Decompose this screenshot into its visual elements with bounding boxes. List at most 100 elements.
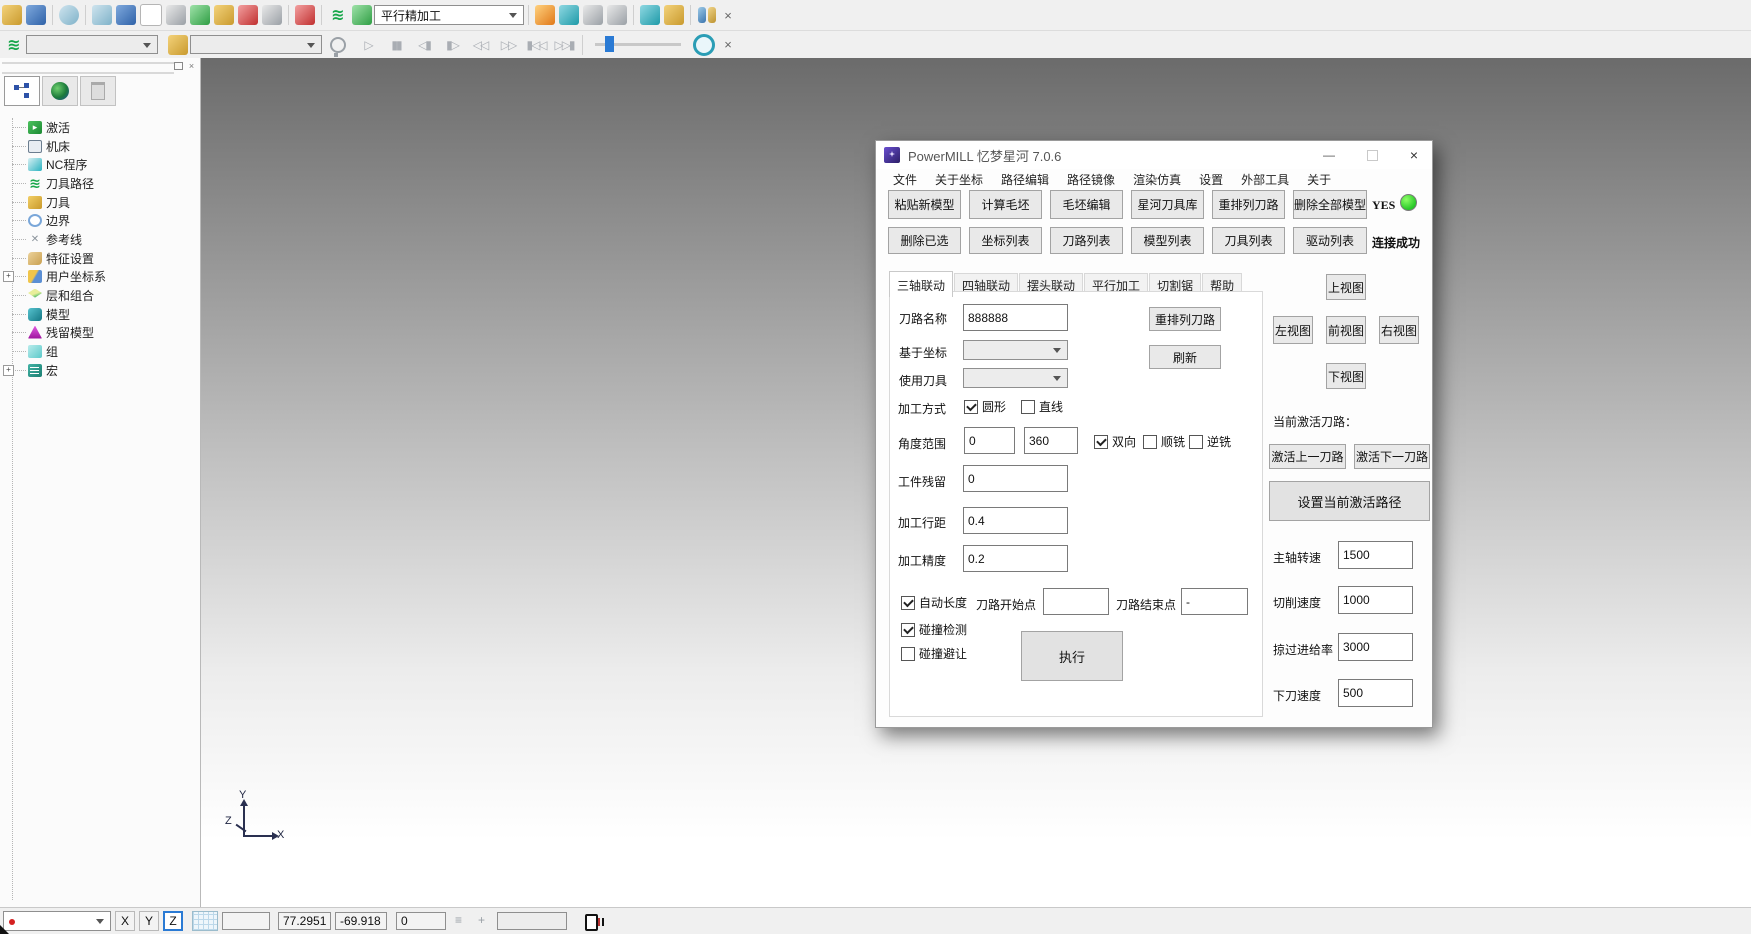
delete-selected-button[interactable]: 删除已选 — [888, 227, 961, 254]
menu-external-tools[interactable]: 外部工具 — [1232, 171, 1298, 188]
create-block-icon[interactable] — [92, 5, 112, 25]
view-pair-icon[interactable] — [697, 7, 717, 23]
boundary-icon[interactable] — [190, 5, 210, 25]
shaded-model-icon[interactable] — [59, 5, 79, 25]
collision-avoid-checkbox[interactable] — [901, 647, 915, 661]
circle-checkbox[interactable] — [964, 400, 978, 414]
collision-check-checkbox[interactable] — [901, 623, 915, 637]
set-active-path-button[interactable]: 设置当前激活路径 — [1269, 481, 1430, 521]
menu-settings[interactable]: 设置 — [1190, 171, 1232, 188]
drive-list-button[interactable]: 驱动列表 — [1293, 227, 1367, 254]
sim-tool-combobox[interactable] — [190, 35, 322, 54]
plunge-feed-input[interactable] — [1338, 679, 1413, 707]
close-button[interactable]: × — [1399, 141, 1429, 169]
paste-new-model-button[interactable]: 粘贴新模型 — [888, 190, 961, 219]
end-point-input[interactable] — [1181, 588, 1248, 615]
rewind-button[interactable]: ◁◁ — [468, 35, 492, 55]
rearrange-toolpaths-button[interactable]: 重排列刀路 — [1212, 190, 1285, 219]
toolpath-block-icon[interactable] — [262, 5, 282, 25]
axis-y-button[interactable]: Y — [139, 911, 159, 931]
line-checkbox-row[interactable]: 直线 — [1021, 398, 1063, 415]
transform-icon[interactable] — [664, 5, 684, 25]
toolpath-name-input[interactable] — [963, 304, 1068, 331]
open-project-icon[interactable] — [2, 5, 22, 25]
cutting-feed-input[interactable] — [1338, 586, 1413, 614]
climb-checkbox[interactable] — [1143, 435, 1157, 449]
view-top-button[interactable]: 上视图 — [1326, 274, 1366, 300]
tree-item-patterns[interactable]: ✕参考线 — [0, 230, 82, 248]
view-front-button[interactable]: 前视图 — [1326, 316, 1366, 344]
view-bottom-button[interactable]: 下视图 — [1326, 363, 1366, 389]
minimize-button[interactable]: — — [1314, 141, 1344, 169]
toolbar-close-icon[interactable]: × — [719, 6, 737, 24]
calc-stock-button[interactable]: 计算毛坯 — [969, 190, 1042, 219]
axis-x-button[interactable]: X — [115, 911, 135, 931]
dialog-titlebar[interactable]: PowerMILL 忆梦星河 7.0.6 — [876, 141, 1432, 169]
workplane-list-button[interactable]: 坐标列表 — [969, 227, 1042, 254]
explorer-tree-tab[interactable] — [4, 76, 40, 106]
conventional-checkbox-row[interactable]: 逆铣 — [1189, 433, 1231, 450]
collision-warning-icon[interactable] — [535, 5, 555, 25]
maximize-button[interactable] — [1357, 141, 1387, 169]
view-right-button[interactable]: 右视图 — [1379, 316, 1419, 344]
tree-item-feature-sets[interactable]: 特征设置 — [0, 249, 94, 267]
angle-from-input[interactable] — [964, 427, 1015, 454]
fast-forward-button[interactable]: ▷▷ — [496, 35, 520, 55]
delete-all-models-button[interactable]: 删除全部模型 — [1293, 190, 1367, 219]
workplane-picker-icon[interactable]: + — [478, 913, 485, 927]
status-combobox[interactable] — [3, 911, 111, 931]
tree-item-boundaries[interactable]: 边界 — [0, 211, 70, 229]
menu-about[interactable]: 关于 — [1298, 171, 1340, 188]
dock-grip[interactable] — [2, 62, 174, 74]
lightbulb-icon[interactable] — [330, 37, 346, 53]
device-icon[interactable] — [585, 914, 598, 931]
step-forward-button[interactable]: ▮▷ — [440, 35, 464, 55]
angle-to-input[interactable] — [1024, 427, 1078, 454]
start-point-input[interactable] — [1043, 588, 1109, 615]
conventional-checkbox[interactable] — [1189, 435, 1203, 449]
tree-item-macros[interactable]: 宏 — [0, 361, 58, 379]
fixture-clamp-icon[interactable] — [640, 5, 660, 25]
sim-toolpath-combobox[interactable] — [26, 35, 158, 54]
stock-edit-button[interactable]: 毛坯编辑 — [1050, 190, 1123, 219]
tool-list-button[interactable]: 刀具列表 — [1212, 227, 1285, 254]
speed-slider-handle[interactable] — [605, 36, 614, 52]
tree-item-machine-tool[interactable]: 机床 — [0, 137, 70, 155]
step-back-button[interactable]: ◁▮ — [412, 35, 436, 55]
sim-toolbar-close-icon[interactable]: × — [719, 36, 737, 54]
axis-z-button[interactable]: Z — [163, 911, 183, 931]
skim-feed-input[interactable] — [1338, 633, 1413, 661]
tolerance-input[interactable] — [963, 545, 1068, 572]
menu-path-mirror[interactable]: 路径镜像 — [1058, 171, 1124, 188]
tool-library-button[interactable]: 星河刀具库 — [1131, 190, 1204, 219]
tree-item-groups[interactable]: 组 — [0, 342, 58, 360]
rapid-move-heights-icon[interactable] — [116, 5, 136, 25]
create-tool-icon[interactable] — [166, 5, 186, 25]
tool-combobox[interactable] — [963, 368, 1068, 388]
tree-item-activate[interactable]: ▸激活 — [0, 118, 70, 136]
climb-checkbox-row[interactable]: 顺铣 — [1143, 433, 1185, 450]
go-to-end-button[interactable]: ▷▷▮ — [552, 35, 576, 55]
auto-length-checkbox-row[interactable]: 自动长度 — [901, 594, 967, 611]
toolpath-list-button[interactable]: 刀路列表 — [1050, 227, 1123, 254]
spindle-speed-input[interactable] — [1338, 541, 1413, 569]
strategy-combobox[interactable]: 平行精加工 — [374, 5, 524, 25]
feature-set-icon[interactable] — [238, 5, 258, 25]
tree-item-levels-sets[interactable]: 层和组合 — [0, 286, 94, 304]
tree-item-nc-programs[interactable]: NC程序 — [0, 155, 87, 173]
expand-icon[interactable] — [3, 271, 14, 282]
menu-workplane[interactable]: 关于坐标 — [926, 171, 992, 188]
play-button[interactable]: ▷ — [356, 35, 380, 55]
save-project-icon[interactable] — [26, 5, 46, 25]
tree-item-toolpaths[interactable]: ≋刀具路径 — [0, 174, 94, 192]
line-checkbox[interactable] — [1021, 400, 1035, 414]
model-list-button[interactable]: 模型列表 — [1131, 227, 1204, 254]
refresh-button[interactable]: 刷新 — [1149, 345, 1221, 369]
expand-icon[interactable] — [3, 365, 14, 376]
resize-grip[interactable] — [0, 925, 9, 934]
workplane-field[interactable] — [497, 912, 567, 930]
grid-snap-button[interactable] — [192, 911, 218, 931]
tree-item-models[interactable]: 模型 — [0, 305, 70, 323]
strategy-selector-icon[interactable] — [352, 5, 372, 25]
stepover-input[interactable] — [963, 507, 1068, 534]
